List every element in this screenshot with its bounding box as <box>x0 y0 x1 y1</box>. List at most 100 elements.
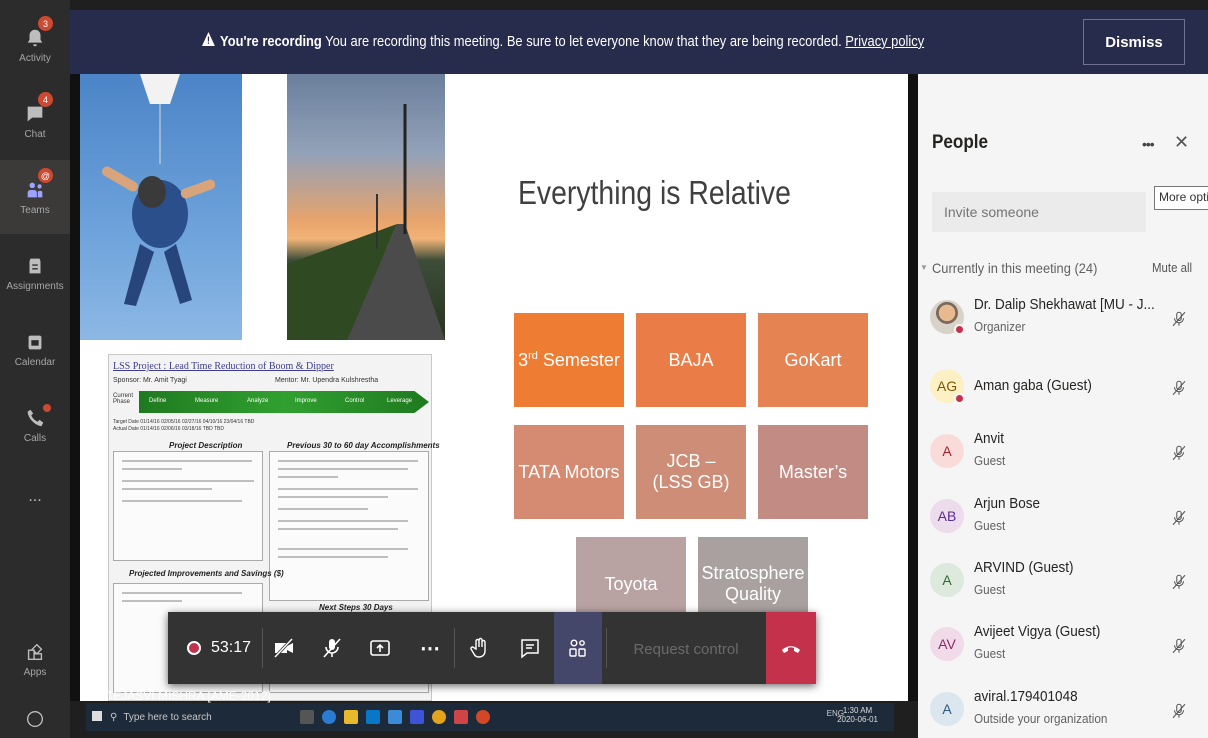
invite-someone-input[interactable] <box>932 192 1146 232</box>
participant-name: Avijeet Vigya (Guest) <box>974 623 1101 640</box>
camera-off-icon <box>273 637 294 659</box>
app-rail: Activity 3 Chat 4 Teams @ Assignments Ca… <box>0 0 70 738</box>
skydiving-photo <box>80 74 242 340</box>
participant-row[interactable]: A Anvit Guest <box>918 422 1208 486</box>
search-icon: ⚲ <box>110 711 118 723</box>
share-tray-icon <box>370 640 390 656</box>
rail-label: Apps <box>23 666 47 678</box>
mic-off-icon[interactable] <box>1170 573 1188 591</box>
show-participants-button[interactable] <box>554 612 602 684</box>
avatar: A <box>930 434 964 468</box>
section-title: Currently in this meeting (24) <box>932 260 1098 276</box>
mic-off-icon[interactable] <box>1170 310 1188 328</box>
request-control-button[interactable]: Request control <box>612 630 760 668</box>
rail-item-assignments[interactable]: Assignments <box>0 236 70 310</box>
show-conversation-button[interactable] <box>508 612 552 684</box>
lss-stage: Analyze <box>247 398 269 404</box>
raise-hand-button[interactable] <box>458 612 502 684</box>
lss-phase-label: Current Phase <box>113 393 134 405</box>
slide-title: Everything is Relative <box>518 174 791 211</box>
windows-start-icon <box>92 711 102 721</box>
camera-toggle-button[interactable] <box>264 612 304 684</box>
banner-text: You are recording this meeting. Be sure … <box>325 33 842 50</box>
teams-meeting-window: Activity 3 Chat 4 Teams @ Assignments Ca… <box>0 0 1208 738</box>
banner-title: You're recording <box>220 33 322 50</box>
assignments-icon <box>29 258 41 273</box>
participant-role: Guest <box>974 453 1006 468</box>
lss-mentor: Mentor: Mr. Upendra Kulshrestha <box>275 377 379 384</box>
recording-indicator: 53:17 <box>178 612 260 684</box>
more-options-button[interactable]: ••• <box>1142 136 1155 152</box>
hang-up-button[interactable] <box>766 612 816 684</box>
app-icon <box>410 710 424 724</box>
lss-phase-bar <box>139 391 429 413</box>
mic-off-icon[interactable] <box>1170 379 1188 397</box>
mic-off-icon <box>323 638 341 658</box>
slide-tile: 3rd Semester <box>514 313 624 407</box>
notification-badge: 4 <box>38 92 53 107</box>
chat-bubble-icon <box>521 639 539 659</box>
call-controls-bar: 53:17 ⋯ Request control <box>168 612 816 684</box>
presenter-name: TEJASVI MISHRA [AME-2012] <box>106 689 271 703</box>
participant-row[interactable]: A ARVIND (Guest) Guest <box>918 551 1208 615</box>
slide-tile: Master’s <box>758 425 868 519</box>
participant-name: ARVIND (Guest) <box>974 559 1074 576</box>
lss-actual-row: Actual Date 01/14/16 02/06/16 03/18/16 T… <box>113 426 225 432</box>
lss-desc-heading: Project Description <box>169 441 243 450</box>
privacy-policy-link[interactable]: Privacy policy <box>845 33 924 50</box>
mic-off-icon[interactable] <box>1170 702 1188 720</box>
taskbar-clock: 1:30 AM 2020-06-01 <box>837 706 878 725</box>
rail-item-apps[interactable]: Apps <box>0 622 70 696</box>
notification-dot <box>43 404 51 412</box>
lss-stage: Leverage <box>387 398 413 404</box>
lss-target-row: Target Date 01/14/16 02/05/16 02/27/16 0… <box>113 419 255 425</box>
rail-item-chat[interactable]: Chat 4 <box>0 84 70 158</box>
share-screen-button[interactable] <box>360 612 400 684</box>
banner-message: You're recording You are recording this … <box>202 32 924 50</box>
close-panel-button[interactable]: ✕ <box>1174 132 1189 153</box>
dismiss-button[interactable]: Dismiss <box>1083 19 1185 65</box>
rail-item-more[interactable]: ... <box>0 460 70 534</box>
slide-tile: GoKart <box>758 313 868 407</box>
lss-title: LSS Project : Lead Time Reduction of Boo… <box>113 361 334 372</box>
edge-icon <box>322 710 336 724</box>
rail-item-help[interactable] <box>0 700 70 738</box>
participant-row[interactable]: AG Aman gaba (Guest) <box>918 357 1208 421</box>
mic-off-icon[interactable] <box>1170 637 1188 655</box>
lss-stage: Control <box>345 398 365 404</box>
participants-icon <box>569 639 586 657</box>
mute-all-button[interactable]: Mute all <box>1152 260 1192 275</box>
slide-tile: JCB – (LSS GB) <box>636 425 746 519</box>
participant-role: Organizer <box>974 319 1026 334</box>
more-apps-icon: ... <box>28 488 42 505</box>
rail-item-teams[interactable]: Teams @ <box>0 160 70 234</box>
avatar: A <box>930 563 964 597</box>
lss-sponsor: Sponsor: Mr. Amit Tyagi <box>113 377 187 384</box>
rail-item-calendar[interactable]: Calendar <box>0 312 70 386</box>
participant-role: Guest <box>974 518 1006 533</box>
hang-up-icon <box>782 646 800 653</box>
participant-name: Anvit <box>974 430 1005 447</box>
call-timer: 53:17 <box>210 639 252 656</box>
more-actions-button[interactable]: ⋯ <box>410 612 450 684</box>
taskbar-search-placeholder: Type here to search <box>123 711 212 723</box>
mic-off-icon[interactable] <box>1170 444 1188 462</box>
participant-row[interactable]: A aviral.179401048 Outside your organiza… <box>918 680 1208 738</box>
lss-accomp-heading: Previous 30 to 60 day Accomplishments <box>287 441 440 450</box>
calendar-icon <box>28 335 42 349</box>
shared-taskbar: ⚲ Type here to search ENG 1:30 AM 2020-0… <box>86 703 894 731</box>
mic-off-icon[interactable] <box>1170 509 1188 527</box>
divider <box>454 628 455 668</box>
raise-hand-icon <box>470 637 486 658</box>
participant-row[interactable]: Dr. Dalip Shekhawat [MU - J... Organizer <box>918 288 1208 352</box>
presence-busy-icon <box>954 324 965 335</box>
rail-item-calls[interactable]: Calls <box>0 388 70 462</box>
participant-role: Guest <box>974 646 1006 661</box>
lss-savings-heading: Projected Improvements and Savings ($) <box>129 569 284 578</box>
participant-row[interactable]: AB Arjun Bose Guest <box>918 487 1208 551</box>
rail-item-activity[interactable]: Activity 3 <box>0 8 70 82</box>
mic-toggle-button[interactable] <box>312 612 352 684</box>
warning-icon <box>202 32 215 50</box>
participant-row[interactable]: AV Avijeet Vigya (Guest) Guest <box>918 615 1208 679</box>
road-sunset-photo <box>287 74 445 340</box>
